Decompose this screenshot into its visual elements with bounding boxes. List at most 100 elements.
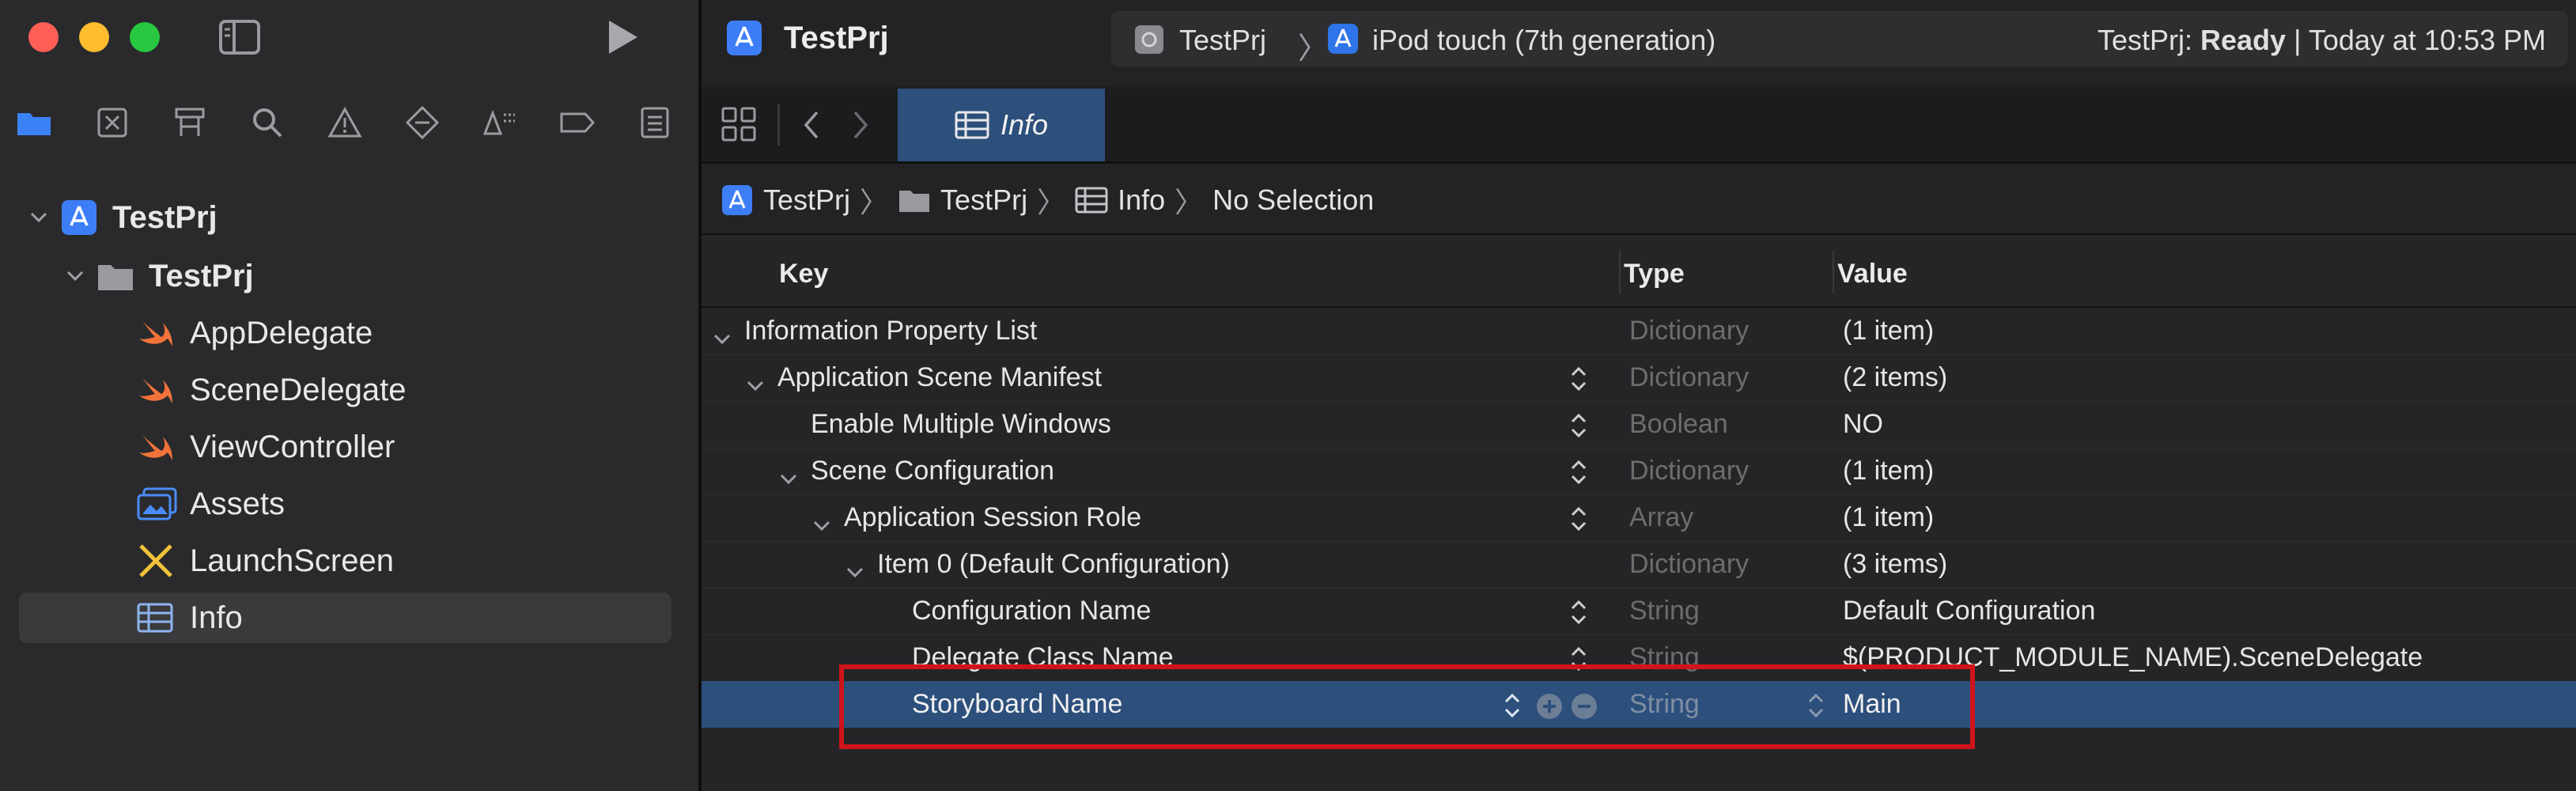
column-header-type[interactable]: Type bbox=[1624, 259, 1685, 290]
debug-navigator-icon[interactable] bbox=[480, 103, 520, 142]
row-type[interactable]: String bbox=[1629, 596, 1700, 626]
status-time: Today at 10:53 PM bbox=[2308, 24, 2546, 56]
breakpoint-navigator-icon[interactable] bbox=[558, 103, 597, 142]
row-value[interactable]: (3 items) bbox=[1843, 549, 1947, 580]
tab-label: Info bbox=[1000, 108, 1049, 141]
issue-navigator-icon[interactable] bbox=[325, 103, 365, 142]
project-title: TestPrj bbox=[784, 21, 889, 55]
close-window-button[interactable] bbox=[28, 22, 59, 52]
test-navigator-icon[interactable] bbox=[403, 103, 442, 142]
tab-info[interactable]: Info bbox=[898, 89, 1105, 161]
key-stepper-icon[interactable] bbox=[1568, 504, 1589, 541]
row-key[interactable]: Scene Configuration bbox=[811, 456, 1054, 486]
storyboard-icon bbox=[136, 543, 176, 579]
find-navigator-icon[interactable] bbox=[248, 103, 287, 142]
symbol-navigator-icon[interactable] bbox=[170, 103, 210, 142]
chevron-down-icon[interactable] bbox=[746, 369, 765, 399]
row-value[interactable]: (1 item) bbox=[1843, 502, 1934, 533]
plist-icon bbox=[955, 111, 989, 139]
row-value[interactable]: (1 item) bbox=[1843, 456, 1934, 486]
status-separator: | bbox=[2294, 24, 2302, 56]
chevron-down-icon[interactable] bbox=[845, 555, 864, 586]
forward-icon[interactable] bbox=[850, 109, 871, 141]
tree-item-file[interactable]: ViewController bbox=[0, 422, 698, 472]
table-row[interactable]: Scene Configuration Dictionary (1 item) bbox=[702, 448, 2576, 495]
row-value[interactable]: Default Configuration bbox=[1843, 596, 2095, 626]
row-type[interactable]: Dictionary bbox=[1629, 549, 1749, 580]
tree-item-file-selected[interactable]: Info bbox=[19, 592, 671, 643]
key-stepper-icon[interactable] bbox=[1568, 457, 1589, 494]
chevron-down-icon[interactable] bbox=[63, 264, 87, 288]
breadcrumb: TestPrj 〉 TestPrj 〉 Info 〉 No Selection bbox=[702, 164, 2576, 235]
sidebar-toggle-icon[interactable] bbox=[218, 19, 261, 55]
chevron-right-icon: 〉 bbox=[1298, 32, 1329, 66]
swift-file-icon bbox=[136, 315, 176, 351]
key-stepper-icon[interactable] bbox=[1568, 411, 1589, 448]
back-icon[interactable] bbox=[801, 109, 822, 141]
row-key[interactable]: Configuration Name bbox=[912, 596, 1151, 626]
plist-icon bbox=[1075, 187, 1108, 214]
table-row[interactable]: Application Scene Manifest Dictionary (2… bbox=[702, 354, 2576, 402]
swift-file-icon bbox=[136, 429, 176, 465]
chevron-down-icon[interactable] bbox=[779, 462, 798, 493]
report-navigator-icon[interactable] bbox=[635, 103, 675, 142]
project-navigator-icon[interactable] bbox=[14, 103, 54, 142]
breadcrumb-folder[interactable]: TestPrj bbox=[940, 184, 1027, 217]
column-header-key[interactable]: Key bbox=[779, 259, 828, 290]
table-header: Key Type Value bbox=[702, 235, 2576, 308]
breadcrumb-project[interactable]: TestPrj bbox=[763, 184, 850, 217]
breadcrumb-selection[interactable]: No Selection bbox=[1212, 184, 1374, 217]
row-key[interactable]: Item 0 (Default Configuration) bbox=[877, 549, 1230, 580]
row-type[interactable]: Dictionary bbox=[1629, 456, 1749, 486]
highlight-box bbox=[839, 664, 1975, 749]
column-divider[interactable] bbox=[1619, 251, 1621, 293]
row-value[interactable]: (2 items) bbox=[1843, 362, 1947, 393]
key-stepper-icon[interactable] bbox=[1568, 364, 1589, 401]
chevron-down-icon[interactable] bbox=[812, 509, 831, 539]
row-key[interactable]: Application Session Role bbox=[844, 502, 1141, 533]
table-row[interactable]: Information Property List Dictionary (1 … bbox=[702, 308, 2576, 355]
chevron-right-icon: 〉 bbox=[860, 186, 889, 218]
row-type[interactable]: Boolean bbox=[1629, 409, 1728, 440]
table-row[interactable]: Application Session Role Array (1 item) bbox=[702, 494, 2576, 542]
breadcrumb-file[interactable]: Info bbox=[1118, 184, 1165, 217]
scheme-icon[interactable] bbox=[1133, 24, 1165, 55]
scheme-selector[interactable]: TestPrj bbox=[1179, 24, 1266, 57]
minimize-window-button[interactable] bbox=[79, 22, 109, 52]
zoom-window-button[interactable] bbox=[130, 22, 160, 52]
project-icon bbox=[60, 199, 98, 237]
tree-item-project[interactable]: TestPrj bbox=[0, 192, 698, 243]
source-control-navigator-icon[interactable] bbox=[93, 103, 132, 142]
key-stepper-icon[interactable] bbox=[1568, 597, 1589, 634]
table-row[interactable]: Item 0 (Default Configuration) Dictionar… bbox=[702, 541, 2576, 589]
row-type[interactable]: Dictionary bbox=[1629, 316, 1749, 346]
run-icon[interactable] bbox=[604, 17, 641, 57]
destination-selector[interactable]: iPod touch (7th generation) bbox=[1372, 24, 1715, 57]
row-value[interactable]: NO bbox=[1843, 409, 1883, 440]
tree-item-label: TestPrj bbox=[149, 258, 254, 293]
tree-item-folder[interactable]: TestPrj bbox=[0, 251, 698, 301]
chevron-right-icon: 〉 bbox=[1175, 186, 1204, 218]
row-key[interactable]: Application Scene Manifest bbox=[777, 362, 1102, 393]
row-key[interactable]: Enable Multiple Windows bbox=[811, 409, 1111, 440]
device-icon[interactable] bbox=[1326, 22, 1360, 55]
tree-item-file[interactable]: AppDelegate bbox=[0, 308, 698, 358]
row-key[interactable]: Information Property List bbox=[744, 316, 1037, 346]
related-items-icon[interactable] bbox=[721, 106, 757, 142]
table-row[interactable]: Enable Multiple Windows Boolean NO bbox=[702, 401, 2576, 448]
column-header-value[interactable]: Value bbox=[1837, 259, 1908, 290]
chevron-down-icon[interactable] bbox=[713, 322, 732, 353]
tree-item-file[interactable]: SceneDelegate bbox=[0, 365, 698, 415]
column-divider[interactable] bbox=[1833, 251, 1834, 293]
tree-item-file[interactable]: Assets bbox=[0, 479, 698, 529]
assets-icon bbox=[136, 486, 177, 522]
project-icon bbox=[725, 19, 763, 57]
row-type[interactable]: Dictionary bbox=[1629, 362, 1749, 393]
tree-item-file[interactable]: LaunchScreen bbox=[0, 536, 698, 586]
status-project: TestPrj: bbox=[2097, 24, 2192, 56]
row-value[interactable]: (1 item) bbox=[1843, 316, 1934, 346]
table-row[interactable]: Configuration Name String Default Config… bbox=[702, 588, 2576, 635]
build-status: TestPrj: Ready | Today at 10:53 PM bbox=[2097, 24, 2546, 57]
chevron-down-icon[interactable] bbox=[27, 206, 51, 229]
row-type[interactable]: Array bbox=[1629, 502, 1693, 533]
